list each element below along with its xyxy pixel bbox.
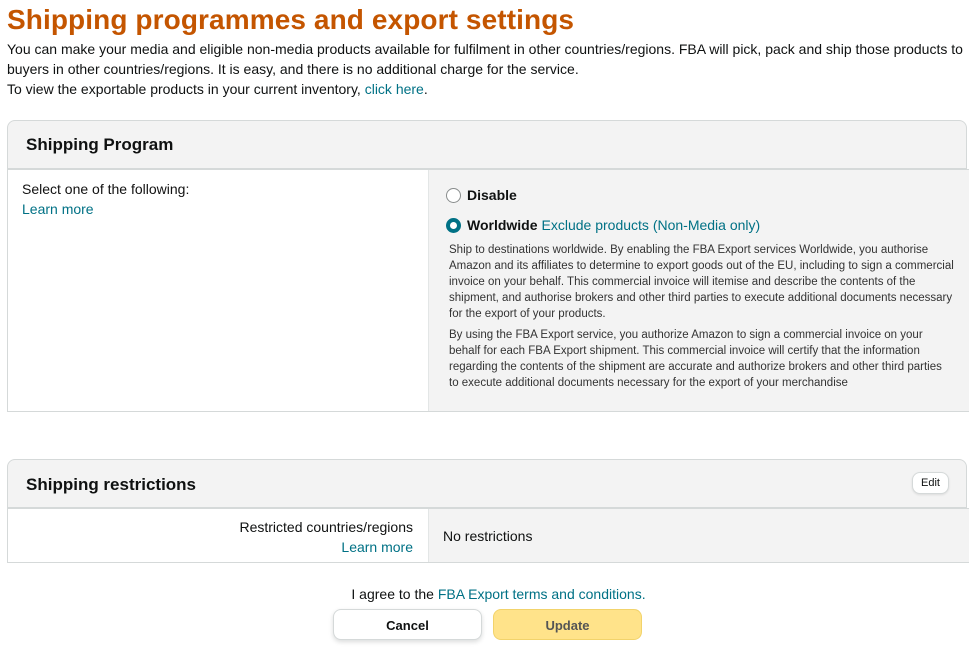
intro-paragraph: You can make your media and eligible non… <box>7 41 963 77</box>
shipping-program-prompt-block: Select one of the following: Learn more <box>22 179 189 219</box>
shipping-program-header: Shipping Program <box>7 120 967 169</box>
click-here-link[interactable]: click here <box>365 81 424 97</box>
page: Shipping programmes and export settings … <box>0 0 979 648</box>
shipping-program-heading: Shipping Program <box>26 135 174 154</box>
intro-text: You can make your media and eligible non… <box>7 39 967 99</box>
exclude-products-link[interactable]: Exclude products (Non-Media only) <box>542 217 761 233</box>
restrictions-value: No restrictions <box>443 528 533 544</box>
page-title: Shipping programmes and export settings <box>7 4 575 35</box>
disable-label[interactable]: Disable <box>467 187 517 203</box>
intro-link-prefix: To view the exportable products in your … <box>7 81 361 97</box>
learn-more-link[interactable]: Learn more <box>22 201 94 217</box>
shipping-program-options: Disable Worldwide Exclude products (Non-… <box>428 170 969 411</box>
worldwide-radio[interactable] <box>446 217 461 233</box>
terms-agreement: I agree to the FBA Export terms and cond… <box>0 586 979 602</box>
shipping-restrictions-heading: Shipping restrictions <box>26 475 197 494</box>
shipping-program-body: Select one of the following: Learn more … <box>7 169 969 412</box>
restricted-countries-label: Restricted countries/regions <box>239 519 413 535</box>
update-button[interactable]: Update <box>493 609 642 640</box>
shipping-restrictions-header: Shipping restrictions Edit <box>7 459 967 508</box>
restrictions-learn-more-link[interactable]: Learn more <box>341 539 413 555</box>
restricted-countries-value-block: No restrictions <box>428 509 969 562</box>
intro-link-line: To view the exportable products in your … <box>7 79 967 99</box>
option-disable[interactable]: Disable <box>446 187 517 203</box>
worldwide-label[interactable]: Worldwide <box>467 217 538 233</box>
agree-text: I agree to the <box>351 586 434 602</box>
option-worldwide[interactable]: Worldwide Exclude products (Non-Media on… <box>446 217 760 233</box>
edit-button[interactable]: Edit <box>912 472 949 494</box>
select-prompt: Select one of the following: <box>22 181 190 197</box>
commercial-invoice-description: By using the FBA Export service, you aut… <box>449 329 942 389</box>
intro-link-suffix: . <box>423 81 428 97</box>
shipping-restrictions-body: Restricted countries/regions Learn more … <box>7 508 969 563</box>
terms-link[interactable]: FBA Export terms and conditions. <box>438 586 646 602</box>
restricted-countries-label-block: Restricted countries/regions Learn more <box>8 509 413 562</box>
worldwide-description: Ship to destinations worldwide. By enabl… <box>449 244 954 320</box>
disable-radio[interactable] <box>446 187 461 203</box>
cancel-button[interactable]: Cancel <box>333 609 482 640</box>
